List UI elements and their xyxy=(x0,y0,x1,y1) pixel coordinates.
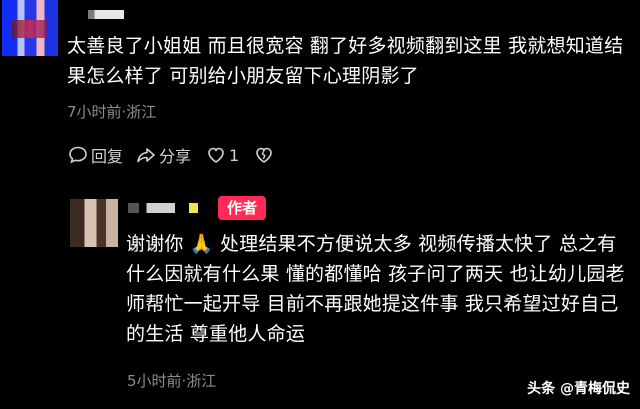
author-avatar[interactable] xyxy=(70,199,118,247)
comment-text: 太善良了小姐姐 而且很宽容 翻了好多视频翻到这里 我就想知道结果怎么样了 可别给… xyxy=(67,35,624,87)
broken-heart-icon xyxy=(253,144,275,166)
share-button[interactable]: 分享 xyxy=(135,143,191,167)
share-label: 分享 xyxy=(159,147,192,166)
like-count: 1 xyxy=(229,145,240,165)
comment-meta: 7小时前·浙江 xyxy=(67,103,157,121)
comment-actions: 回复 分享 1 xyxy=(67,144,277,166)
author-reply-text: 谢谢你 🙏 处理结果不方便说太多 视频传播太快了 总之有什么因就有什么果 懂的都… xyxy=(126,229,631,349)
commenter-name-blurred[interactable] xyxy=(88,10,124,19)
author-name-blurred[interactable] xyxy=(128,203,206,213)
speech-bubble-icon xyxy=(67,144,89,166)
reply-label: 回复 xyxy=(91,147,124,166)
heart-icon xyxy=(205,144,227,166)
praying-hands-icon: 🙏 xyxy=(189,233,214,255)
reply-text-start: 谢谢你 xyxy=(126,233,190,255)
watermark: 头条 @青梅侃史 xyxy=(527,378,630,398)
reply-button[interactable]: 回复 xyxy=(67,143,123,167)
like-button[interactable]: 1 xyxy=(205,144,239,166)
share-arrow-icon xyxy=(135,144,157,166)
author-badge: 作者 xyxy=(218,196,266,220)
commenter-avatar[interactable] xyxy=(2,0,58,56)
reply-meta: 5小时前·浙江 xyxy=(127,372,217,390)
watermark-text: 头条 @青梅侃史 xyxy=(527,381,630,397)
dislike-button[interactable] xyxy=(253,144,277,166)
